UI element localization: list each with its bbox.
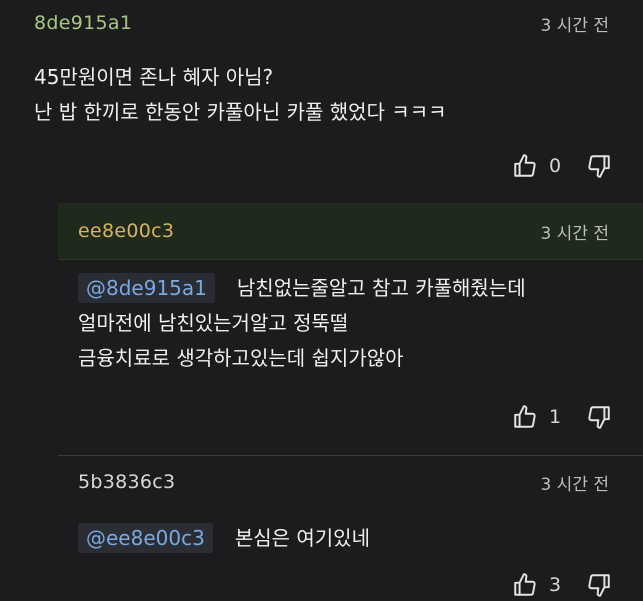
reply-line: 금융치료로 생각하고있는데 쉽지가않아 <box>78 346 404 370</box>
dislike-button[interactable] <box>585 403 613 431</box>
reply-first-line: @ee8e00c3 본심은 여기있네 <box>78 521 370 556</box>
reply-actions: 3 <box>511 571 613 599</box>
thumbs-up-icon <box>514 154 536 177</box>
divider <box>58 259 643 260</box>
dislike-button[interactable] <box>585 152 613 180</box>
reply-first-line: @8de915a1 남친없는줄알고 참고 카풀해줬는데 <box>78 271 526 306</box>
reply-username[interactable]: ee8e00c3 <box>78 220 174 242</box>
like-button[interactable] <box>511 152 539 180</box>
like-count: 3 <box>549 574 562 596</box>
reply-timestamp: 3 시간 전 <box>540 474 609 495</box>
thumbs-down-icon <box>588 406 610 429</box>
dislike-button[interactable] <box>585 571 613 599</box>
reply-header: ee8e00c3 3 시간 전 <box>58 203 643 259</box>
comment-header: 8de915a1 3 시간 전 <box>0 6 643 40</box>
mention-tag[interactable]: @8de915a1 <box>78 273 215 303</box>
reply-line: 본심은 여기있네 <box>234 526 370 550</box>
like-count: 1 <box>549 406 562 428</box>
reply-timestamp: 3 시간 전 <box>540 223 609 244</box>
comment-body: 45만원이면 존나 혜자 아님? 난 밥 한끼로 한동안 카풀아닌 카풀 했었다… <box>34 60 447 130</box>
mention-tag[interactable]: @ee8e00c3 <box>78 523 213 553</box>
comment-line: 난 밥 한끼로 한동안 카풀아닌 카풀 했었다 ㅋㅋㅋ <box>34 100 447 124</box>
comment-username[interactable]: 8de915a1 <box>34 12 132 34</box>
thumbs-up-icon <box>514 573 536 596</box>
divider <box>58 455 643 456</box>
thumbs-up-icon <box>514 405 536 428</box>
reply-line: 남친없는줄알고 참고 카풀해줬는데 <box>236 276 526 300</box>
like-button[interactable] <box>511 571 539 599</box>
reply-body: @ee8e00c3 본심은 여기있네 <box>78 521 370 556</box>
comment-thread: 8de915a1 3 시간 전 45만원이면 존나 혜자 아님? 난 밥 한끼로… <box>0 0 643 601</box>
reply-body: @8de915a1 남친없는줄알고 참고 카풀해줬는데 얼마전에 남친있는거알고 … <box>78 271 526 376</box>
reply-header: 5b3836c3 3 시간 전 <box>58 463 643 501</box>
thumbs-down-icon <box>588 574 610 597</box>
comment-line: 45만원이면 존나 혜자 아님? <box>34 65 274 89</box>
like-count: 0 <box>549 155 562 177</box>
reply-actions: 1 <box>511 403 613 431</box>
reply-line: 얼마전에 남친있는거알고 정뚝떨 <box>78 311 349 335</box>
reply-username[interactable]: 5b3836c3 <box>78 471 175 493</box>
comment-timestamp: 3 시간 전 <box>540 15 609 36</box>
like-button[interactable] <box>511 403 539 431</box>
thumbs-down-icon <box>588 155 610 178</box>
comment-actions: 0 <box>511 152 613 180</box>
